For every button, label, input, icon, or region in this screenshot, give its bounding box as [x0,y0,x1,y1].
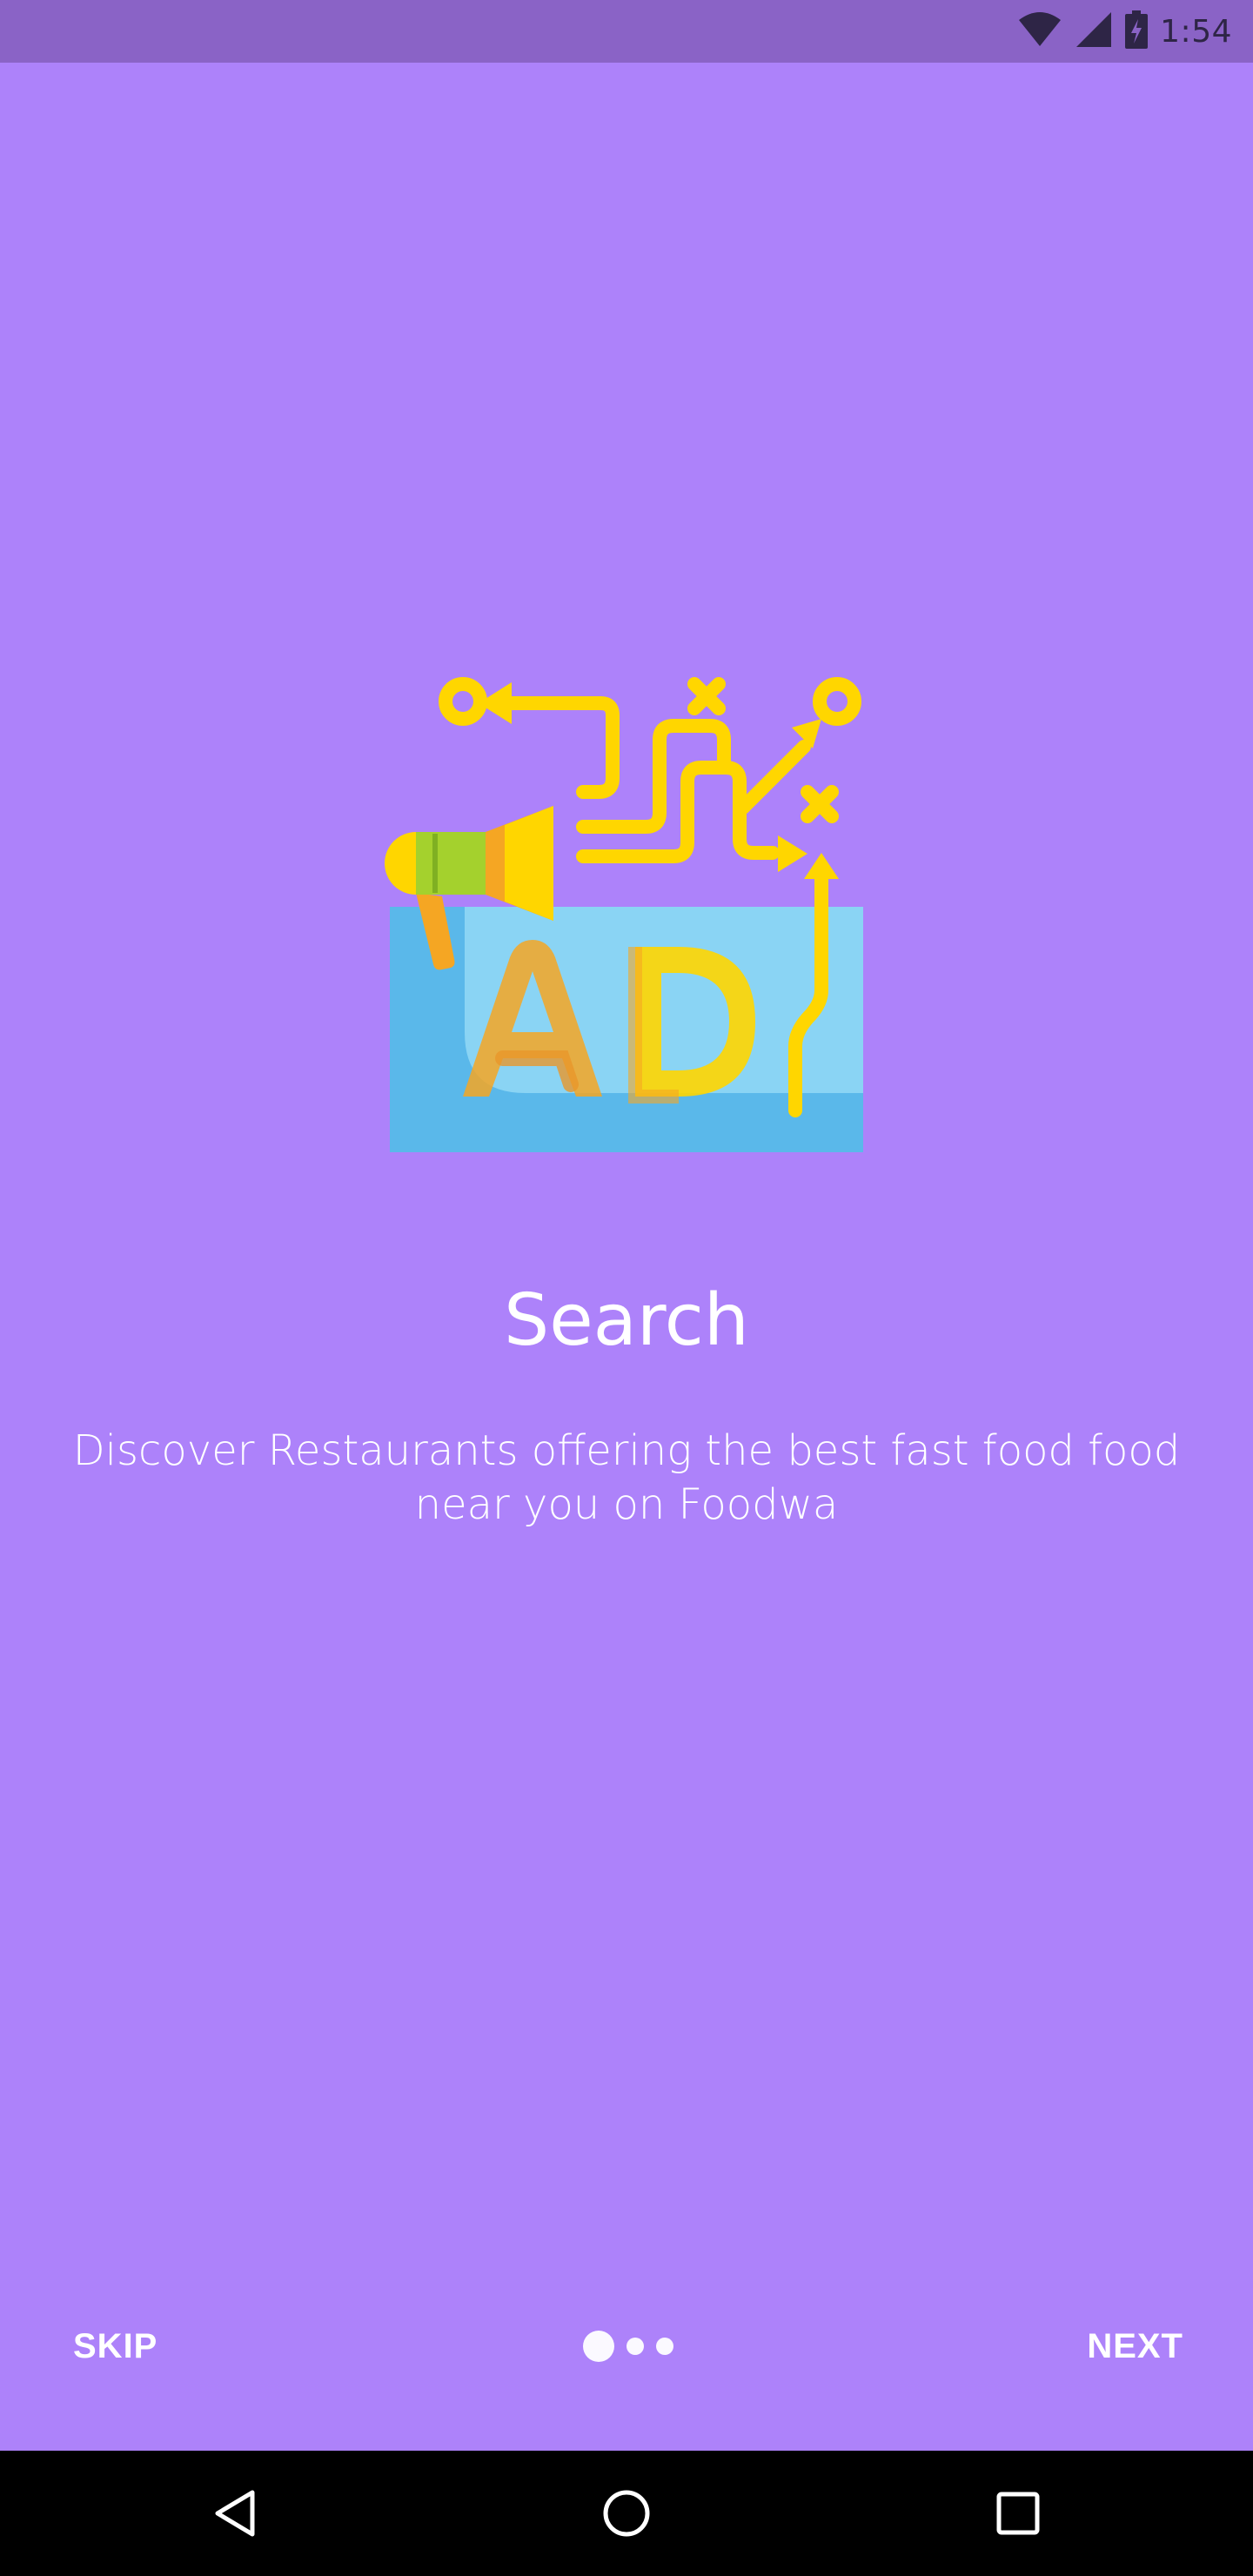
page-description: Discover Restaurants offering the best f… [72,1426,1181,1529]
home-icon[interactable] [557,2451,696,2576]
wifi-icon [1017,11,1062,51]
system-nav-bar [0,2451,1253,2576]
cell-signal-icon [1075,10,1113,52]
recents-icon[interactable] [948,2451,1088,2576]
megaphone-ad-icon [383,670,870,1157]
battery-charging-icon [1125,10,1149,52]
onboarding-screen: 1:54 Search Discover Restaurants offerin… [0,0,1253,2576]
back-icon[interactable] [165,2451,305,2576]
skip-button[interactable]: SKIP [73,2315,157,2378]
page-dot[interactable] [656,2338,673,2355]
page-dot[interactable] [626,2338,644,2355]
page-title: Search [504,1279,749,1362]
page-dot-active[interactable] [583,2331,614,2362]
status-time: 1:54 [1160,13,1232,50]
status-icons: 1:54 [1017,0,1232,63]
status-bar: 1:54 [0,0,1253,63]
page-indicator [583,2329,673,2364]
next-button[interactable]: NEXT [1087,2315,1183,2378]
